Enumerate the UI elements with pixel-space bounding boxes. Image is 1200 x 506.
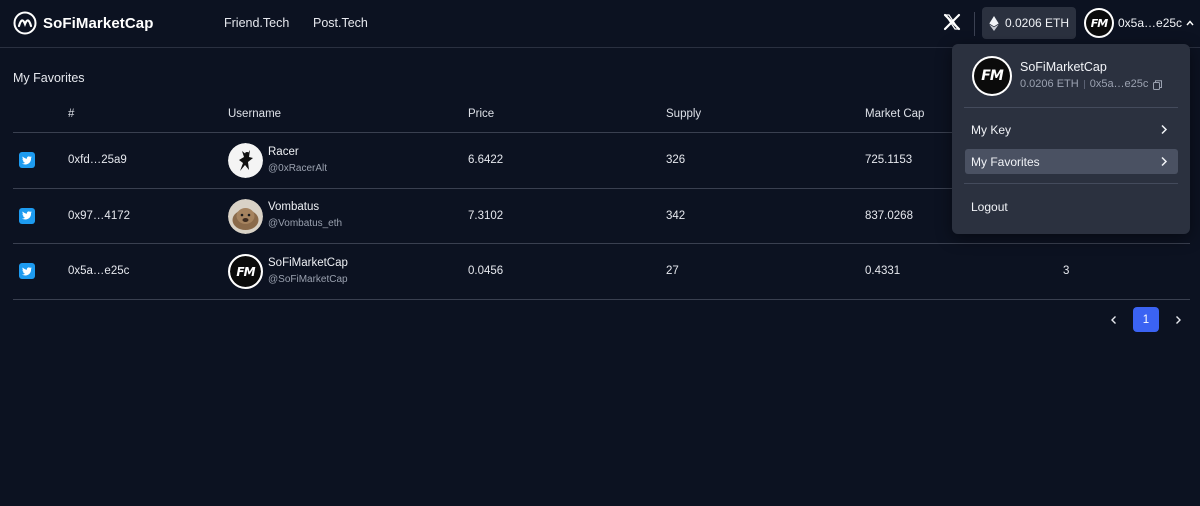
twitter-icon[interactable] bbox=[19, 207, 35, 224]
eth-balance-button[interactable]: 0.0206 ETH bbox=[982, 7, 1076, 39]
row-address: 0xfd…25a9 bbox=[68, 154, 127, 166]
top-navbar: SoFiMarketCap Friend.Tech Post.Tech 0.02… bbox=[0, 0, 1200, 48]
menu-item-logout[interactable]: Logout bbox=[965, 194, 1178, 219]
row-extra-value: 3 bbox=[1063, 265, 1070, 277]
dropdown-eth: 0.0206 ETH bbox=[1020, 78, 1079, 90]
account-dropdown: FM SoFiMarketCap 0.0206 ETH 0x5a…e25c My… bbox=[952, 44, 1190, 234]
menu-item-label: My Key bbox=[971, 122, 1012, 137]
divider bbox=[1083, 80, 1085, 89]
brand-logo[interactable]: SoFiMarketCap bbox=[13, 11, 154, 35]
chevron-up-icon bbox=[1186, 20, 1194, 26]
menu-item-my-key[interactable]: My Key bbox=[965, 117, 1178, 142]
menu-item-label: My Favorites bbox=[971, 154, 1040, 169]
dropdown-divider bbox=[964, 183, 1178, 184]
twitter-icon[interactable] bbox=[19, 263, 35, 279]
chevron-right-icon bbox=[1161, 156, 1168, 167]
user-name: Racer bbox=[268, 145, 299, 158]
row-user[interactable]: Racer @0xRacerAlt bbox=[228, 143, 327, 178]
user-avatar: FM bbox=[228, 254, 263, 289]
row-address: 0x97…4172 bbox=[68, 209, 131, 222]
dropdown-divider bbox=[964, 107, 1178, 108]
row-user[interactable]: FM SoFiMarketCap @SoFiMarketCap bbox=[228, 254, 348, 289]
row-supply: 27 bbox=[666, 265, 679, 277]
row-market-cap: 837.0268 bbox=[865, 209, 913, 222]
sofi-logo-icon bbox=[13, 11, 37, 35]
user-name: SoFiMarketCap bbox=[268, 256, 348, 269]
chevron-left-icon[interactable] bbox=[1107, 313, 1121, 327]
col-username[interactable]: Username bbox=[228, 108, 281, 120]
fm-avatar-icon: FM bbox=[1086, 10, 1112, 36]
user-handle: @Vombatus_eth bbox=[268, 218, 343, 229]
copy-icon[interactable] bbox=[1153, 79, 1163, 90]
twitter-icon[interactable] bbox=[19, 152, 35, 168]
account-avatar: FM bbox=[1084, 8, 1114, 38]
row-price: 6.6422 bbox=[468, 154, 504, 166]
row-supply: 326 bbox=[666, 154, 686, 166]
eth-balance: 0.0206 ETH bbox=[1004, 16, 1070, 30]
row-supply: 342 bbox=[666, 209, 686, 222]
fm-avatar-icon: FM bbox=[974, 58, 1010, 94]
chevron-right-icon bbox=[1161, 124, 1168, 135]
row-market-cap: 725.1153 bbox=[865, 154, 913, 166]
row-price: 0.0456 bbox=[468, 265, 504, 277]
x-twitter-icon[interactable] bbox=[942, 12, 962, 32]
user-avatar bbox=[228, 198, 263, 234]
user-avatar bbox=[228, 143, 263, 178]
account-menu-toggle[interactable]: FM 0x5a…e25c bbox=[1084, 7, 1194, 39]
user-name: Vombatus bbox=[268, 201, 320, 213]
brand-name: SoFiMarketCap bbox=[43, 14, 154, 32]
nav-friend-tech[interactable]: Friend.Tech bbox=[224, 16, 289, 30]
dropdown-name: SoFiMarketCap bbox=[1020, 60, 1107, 74]
page-title: My Favorites bbox=[13, 71, 85, 85]
menu-item-my-favorites[interactable]: My Favorites bbox=[965, 149, 1178, 174]
table-row[interactable]: 0x5a…e25c FM SoFiMarketCap @SoFiMarketCa… bbox=[13, 244, 1190, 300]
account-address: 0x5a…e25c bbox=[1118, 16, 1183, 30]
ethereum-icon bbox=[989, 15, 999, 31]
dropdown-avatar: FM bbox=[972, 56, 1012, 96]
header-divider bbox=[974, 12, 975, 36]
user-handle: @0xRacerAlt bbox=[268, 162, 328, 174]
row-market-cap: 0.4331 bbox=[865, 265, 901, 277]
row-price: 7.3102 bbox=[468, 209, 504, 222]
col-supply[interactable]: Supply bbox=[666, 108, 701, 120]
dropdown-address: 0x5a…e25c bbox=[1089, 78, 1149, 90]
row-user[interactable]: Vombatus @Vombatus_eth bbox=[228, 198, 343, 234]
chevron-right-icon[interactable] bbox=[1171, 313, 1185, 327]
col-market-cap[interactable]: Market Cap bbox=[865, 108, 924, 120]
row-address: 0x5a…e25c bbox=[68, 265, 130, 277]
nav-post-tech[interactable]: Post.Tech bbox=[313, 16, 368, 30]
col-index: # bbox=[68, 108, 75, 120]
user-handle: @SoFiMarketCap bbox=[268, 273, 348, 285]
menu-item-label: Logout bbox=[971, 199, 1008, 214]
dropdown-profile: FM SoFiMarketCap 0.0206 ETH 0x5a…e25c bbox=[972, 56, 1163, 96]
col-price[interactable]: Price bbox=[468, 108, 494, 120]
fm-avatar-icon: FM bbox=[230, 256, 261, 287]
dropdown-subinfo: 0.0206 ETH 0x5a…e25c bbox=[1020, 76, 1163, 93]
page-1-button[interactable]: 1 bbox=[1133, 307, 1159, 332]
